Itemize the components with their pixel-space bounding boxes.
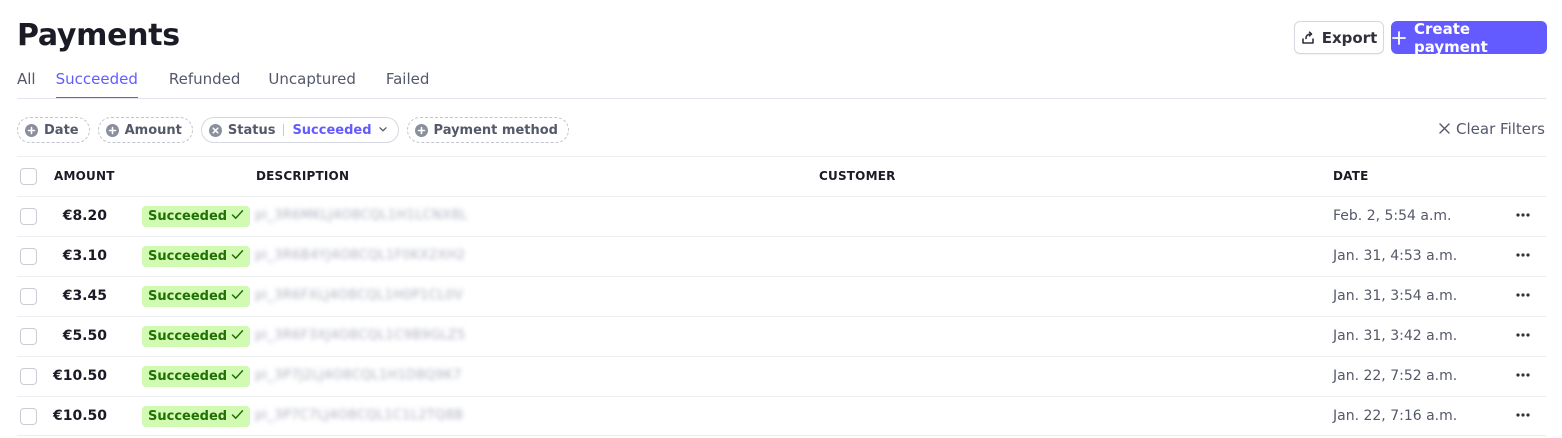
close-icon [1439, 120, 1450, 138]
payment-method-filter-label: Payment method [433, 122, 558, 138]
date-filter-chip[interactable]: Date [17, 117, 90, 143]
status-badge-label: Succeeded [148, 249, 228, 264]
check-icon [231, 288, 244, 305]
export-label: Export [1321, 28, 1378, 47]
chip-separator [283, 124, 285, 136]
column-header-description[interactable]: DESCRIPTION [256, 169, 349, 183]
more-horizontal-icon[interactable] [1515, 205, 1531, 225]
filter-bar: Date Amount Status Succeeded Payment met… [17, 117, 569, 143]
row-description: pi_3P7J2LJ4O8CQL1H1D8Q9K7 [255, 368, 462, 383]
table-row[interactable]: €10.50 Succeeded pi_3P7J2LJ4O8CQL1H1D8Q9K7… [17, 356, 1546, 396]
create-payment-button[interactable]: Create payment [1391, 19, 1547, 56]
table-body: €8.20 Succeeded pi_3R6MKLJ4O8CQL1H1LCNX8L F… [17, 196, 1546, 436]
check-icon [231, 408, 244, 425]
status-badge: Succeeded [142, 206, 251, 227]
check-icon [231, 208, 244, 225]
status-filter-chip[interactable]: Status Succeeded [200, 117, 399, 143]
tab-refunded[interactable]: Refunded [169, 70, 241, 99]
row-description: pi_3R6F3XJ4O8CQL1C9B9GLZ5 [255, 328, 466, 343]
payment-method-filter-chip[interactable]: Payment method [406, 117, 569, 143]
row-amount: €8.20 [62, 208, 107, 224]
status-badge-label: Succeeded [148, 329, 228, 344]
column-header-customer[interactable]: CUSTOMER [819, 169, 896, 183]
row-amount: €10.50 [52, 368, 107, 384]
row-description: pi_3R6MKLJ4O8CQL1H1LCNX8L [255, 208, 468, 223]
row-date: Jan. 22, 7:16 a.m. [1333, 408, 1458, 424]
row-date: Jan. 31, 3:42 a.m. [1333, 328, 1458, 344]
export-icon [1301, 30, 1315, 45]
chevron-down-icon [378, 123, 388, 138]
table-row[interactable]: €3.10 Succeeded pi_3R6B4YJ4O8CQL1F0KX2XH2 J… [17, 236, 1546, 276]
check-icon [231, 248, 244, 265]
x-circle-icon[interactable] [208, 123, 222, 137]
tab-uncaptured[interactable]: Uncaptured [268, 70, 355, 99]
status-badge: Succeeded [142, 286, 251, 307]
tab-failed[interactable]: Failed [386, 70, 430, 99]
date-filter-label: Date [44, 122, 79, 138]
more-horizontal-icon[interactable] [1515, 365, 1531, 385]
select-all-checkbox[interactable] [20, 168, 37, 185]
clear-filters-button[interactable]: Clear Filters [1439, 120, 1545, 138]
row-description: pi_3R6B4YJ4O8CQL1F0KX2XH2 [255, 248, 466, 263]
table-row[interactable]: €8.20 Succeeded pi_3R6MKLJ4O8CQL1H1LCNX8L F… [17, 196, 1546, 236]
column-header-date[interactable]: DATE [1333, 169, 1369, 183]
status-badge: Succeeded [142, 246, 251, 267]
more-horizontal-icon[interactable] [1515, 405, 1531, 425]
row-amount: €3.45 [62, 288, 107, 304]
status-filter-value: Succeeded [292, 122, 372, 138]
page-title: Payments [17, 18, 180, 53]
status-badge-label: Succeeded [148, 409, 228, 424]
row-description: pi_3P7C7LJ4O8CQL1C1L2TQ8B [255, 408, 464, 423]
tab-succeeded[interactable]: Succeeded [55, 70, 139, 99]
status-badge-label: Succeeded [148, 369, 228, 384]
payments-table: AMOUNT DESCRIPTION CUSTOMER DATE €8.20 Su… [17, 156, 1546, 436]
row-amount: €3.10 [62, 248, 107, 264]
plus-circle-icon [105, 123, 119, 137]
header-actions: Export Create payment [1294, 19, 1547, 56]
create-payment-label: Create payment [1414, 19, 1488, 56]
check-icon [231, 368, 244, 385]
row-date: Feb. 2, 5:54 a.m. [1333, 208, 1452, 224]
plus-icon [1392, 30, 1406, 45]
row-amount: €10.50 [52, 408, 107, 424]
table-row[interactable]: €10.50 Succeeded pi_3P7C7LJ4O8CQL1C1L2TQ8B… [17, 396, 1546, 436]
more-horizontal-icon[interactable] [1515, 245, 1531, 265]
plus-circle-icon [414, 123, 428, 137]
status-filter-label: Status [227, 122, 276, 138]
clear-filters-label: Clear Filters [1456, 120, 1545, 138]
export-button[interactable]: Export [1294, 21, 1384, 54]
plus-circle-icon [25, 123, 38, 137]
row-date: Jan. 31, 3:54 a.m. [1333, 288, 1458, 304]
status-badge: Succeeded [142, 326, 251, 347]
column-header-amount[interactable]: AMOUNT [54, 169, 115, 183]
row-description: pi_3R6FXLJ4O8CQL1H0P1CL0V [255, 288, 464, 303]
table-row[interactable]: €5.50 Succeeded pi_3R6F3XJ4O8CQL1C9B9GLZ5 J… [17, 316, 1546, 356]
row-date: Jan. 22, 7:52 a.m. [1333, 368, 1458, 384]
more-horizontal-icon[interactable] [1515, 325, 1531, 345]
check-icon [231, 328, 244, 345]
status-tabs: All Succeeded Refunded Uncaptured Failed [17, 70, 429, 99]
more-horizontal-icon[interactable] [1515, 285, 1531, 305]
status-badge-label: Succeeded [148, 289, 228, 304]
status-badge: Succeeded [142, 406, 251, 427]
tabs-divider [17, 98, 1546, 99]
table-header: AMOUNT DESCRIPTION CUSTOMER DATE [17, 156, 1546, 196]
amount-filter-chip[interactable]: Amount [97, 117, 193, 143]
table-row[interactable]: €3.45 Succeeded pi_3R6FXLJ4O8CQL1H0P1CL0V J… [17, 276, 1546, 316]
row-date: Jan. 31, 4:53 a.m. [1333, 248, 1458, 264]
status-badge: Succeeded [142, 366, 251, 387]
amount-filter-label: Amount [124, 122, 182, 138]
row-amount: €5.50 [62, 328, 107, 344]
tab-all[interactable]: All [17, 70, 36, 99]
status-badge-label: Succeeded [148, 209, 228, 224]
